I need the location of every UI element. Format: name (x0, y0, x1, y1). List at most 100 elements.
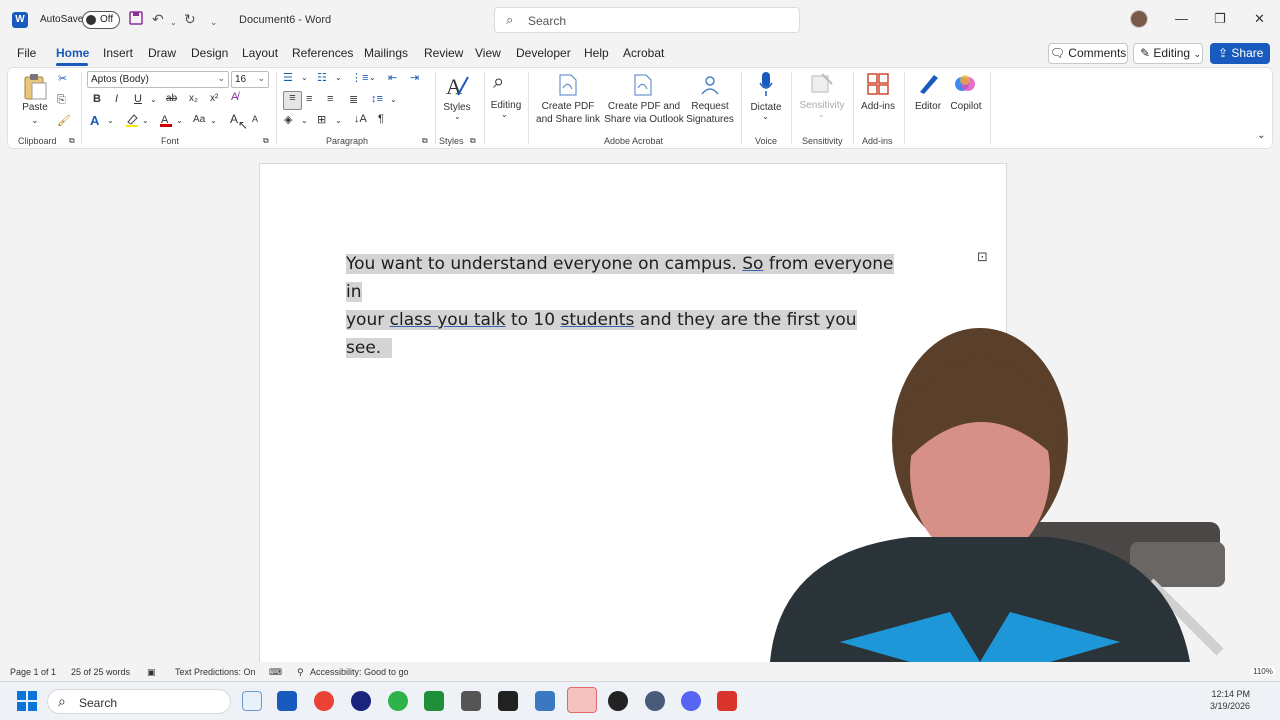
chevron-down-icon[interactable]: ⌄ (176, 116, 183, 125)
proofing-flag[interactable]: class you talk (390, 310, 506, 330)
find-icon[interactable]: ⌕ (493, 71, 504, 94)
zoom-level[interactable]: 110% (1250, 667, 1276, 676)
close-icon[interactable]: ✕ (1254, 11, 1265, 27)
app-icon[interactable] (461, 691, 481, 711)
chevron-down-icon[interactable]: ⌄ (107, 116, 114, 125)
microphone-icon[interactable] (759, 71, 773, 100)
redo-icon[interactable]: ↻ (184, 11, 196, 27)
pdf-outlook-icon[interactable] (634, 74, 652, 99)
add-ins-button[interactable]: Add-ins (858, 100, 898, 113)
text-predictions[interactable]: Text Predictions: On (175, 667, 256, 677)
discord-icon[interactable] (681, 691, 701, 711)
proofing-flag[interactable]: So (742, 254, 763, 274)
chrome-icon[interactable] (314, 691, 334, 711)
accessibility-status[interactable]: Accessibility: Good to go (310, 667, 409, 677)
tab-acrobat[interactable]: Acrobat (623, 46, 664, 60)
show-marks-button[interactable]: ¶ (378, 113, 384, 125)
multilevel-list-icon[interactable]: ⋮≡ (351, 71, 368, 84)
save-icon[interactable] (129, 11, 143, 28)
tab-view[interactable]: View (475, 46, 501, 60)
increase-indent-icon[interactable]: ⇥ (410, 71, 419, 84)
superscript-button[interactable]: x² (210, 93, 218, 104)
bold-button[interactable]: B (93, 93, 101, 105)
editor-icon[interactable] (916, 72, 940, 99)
tab-review[interactable]: Review (424, 46, 463, 60)
chevron-down-icon[interactable]: ⌄ (390, 95, 397, 104)
cut-icon[interactable]: ✂ (58, 72, 67, 85)
calculator-icon[interactable] (535, 691, 555, 711)
page-count[interactable]: Page 1 of 1 (10, 667, 56, 677)
chevron-down-icon[interactable]: ⌄ (301, 73, 308, 82)
paste-icon[interactable] (22, 73, 48, 101)
acrobat-icon[interactable] (717, 691, 737, 711)
dialog-launcher-icon[interactable]: ⧉ (422, 136, 428, 146)
search-input[interactable]: ⌕ Search (494, 7, 800, 33)
terminal-icon[interactable] (567, 687, 597, 713)
dialog-launcher-icon[interactable]: ⧉ (470, 136, 476, 146)
tab-help[interactable]: Help (584, 46, 609, 60)
tab-mailings[interactable]: Mailings (364, 46, 408, 60)
tab-design[interactable]: Design (191, 46, 228, 60)
clear-formatting-icon[interactable]: A̸ (231, 91, 238, 103)
highlight-icon[interactable] (125, 113, 139, 130)
chevron-down-icon[interactable]: ⌄ (150, 95, 157, 104)
shrink-font-button[interactable]: A (252, 114, 258, 124)
add-comment-icon[interactable]: ⊡ (977, 249, 988, 265)
borders-icon[interactable]: ⊞ (317, 113, 326, 126)
minimize-icon[interactable]: — (1175, 11, 1188, 26)
editor-button[interactable]: Editor (910, 100, 946, 113)
restore-icon[interactable]: ❐ (1214, 11, 1226, 27)
create-pdf-share-link-button[interactable]: Create PDF and Share link (536, 100, 600, 126)
proofing-icon[interactable]: ▣ (147, 667, 156, 678)
app-icon[interactable] (498, 691, 518, 711)
snipping-tool-icon[interactable] (242, 691, 262, 711)
line-spacing-icon[interactable]: ↕≡ (371, 93, 383, 105)
word-count[interactable]: 25 of 25 words (71, 667, 130, 677)
align-center-icon[interactable]: ≡ (306, 93, 312, 105)
align-right-icon[interactable]: ≡ (327, 93, 333, 105)
copy-icon[interactable]: ⎘ (57, 94, 66, 107)
shading-icon[interactable]: ◈ (284, 113, 292, 126)
font-color-icon[interactable]: A (159, 113, 173, 130)
windows-start-icon[interactable] (17, 691, 37, 711)
format-painter-icon[interactable]: 🖌 (57, 114, 71, 127)
chevron-down-icon[interactable]: ⌄ (335, 116, 342, 125)
styles-icon[interactable]: A (444, 73, 470, 102)
decrease-indent-icon[interactable]: ⇤ (388, 71, 397, 84)
chevron-down-icon[interactable]: ⌄ (454, 112, 461, 121)
app-icon[interactable] (351, 691, 371, 711)
underline-button[interactable]: U (134, 93, 142, 105)
add-ins-icon[interactable] (866, 72, 890, 99)
app-icon[interactable] (424, 691, 444, 711)
tab-home[interactable]: Home (56, 46, 89, 60)
paste-button[interactable]: Paste (22, 101, 48, 114)
undo-icon[interactable]: ↶ (152, 11, 164, 27)
align-left-button[interactable]: ≡ (283, 91, 302, 110)
editing-mode-button[interactable]: ✎ Editing ⌄ (1133, 43, 1203, 64)
sort-icon[interactable]: ↓A (354, 113, 367, 125)
chevron-down-icon[interactable]: ⌄ (170, 15, 177, 31)
autosave-toggle[interactable]: Off (82, 11, 120, 29)
app-icon[interactable] (388, 691, 408, 711)
justify-icon[interactable]: ≣ (349, 93, 358, 106)
taskbar-search[interactable]: ⌕ Search (47, 689, 231, 714)
app-icon[interactable] (608, 691, 628, 711)
request-signatures-button[interactable]: Request Signatures (686, 100, 734, 126)
subscript-button[interactable]: x₂ (189, 93, 198, 104)
chevron-down-icon[interactable]: ⌄ (210, 116, 217, 125)
chevron-down-icon[interactable]: ⌄ (762, 112, 769, 121)
dialog-launcher-icon[interactable]: ⧉ (263, 136, 269, 146)
grow-font-button[interactable]: A (230, 112, 238, 126)
numbering-icon[interactable]: ☷ (317, 71, 327, 84)
chevron-down-icon[interactable]: ⌄ (335, 73, 342, 82)
comments-button[interactable]: 🗨 Comments (1048, 43, 1128, 64)
strikethrough-button[interactable]: ab (166, 93, 177, 104)
dialog-launcher-icon[interactable]: ⧉ (69, 136, 75, 146)
share-button[interactable]: ⇪ Share ⌄ (1210, 43, 1270, 80)
copilot-button[interactable]: Copilot (946, 100, 986, 113)
customize-qat-icon[interactable]: ⌄ (210, 14, 218, 30)
clock[interactable]: 12:14 PM 3/19/2026 (1210, 688, 1250, 712)
tab-layout[interactable]: Layout (242, 46, 278, 60)
tab-draw[interactable]: Draw (148, 46, 176, 60)
font-name-select[interactable]: Aptos (Body) ⌄ (87, 71, 229, 88)
